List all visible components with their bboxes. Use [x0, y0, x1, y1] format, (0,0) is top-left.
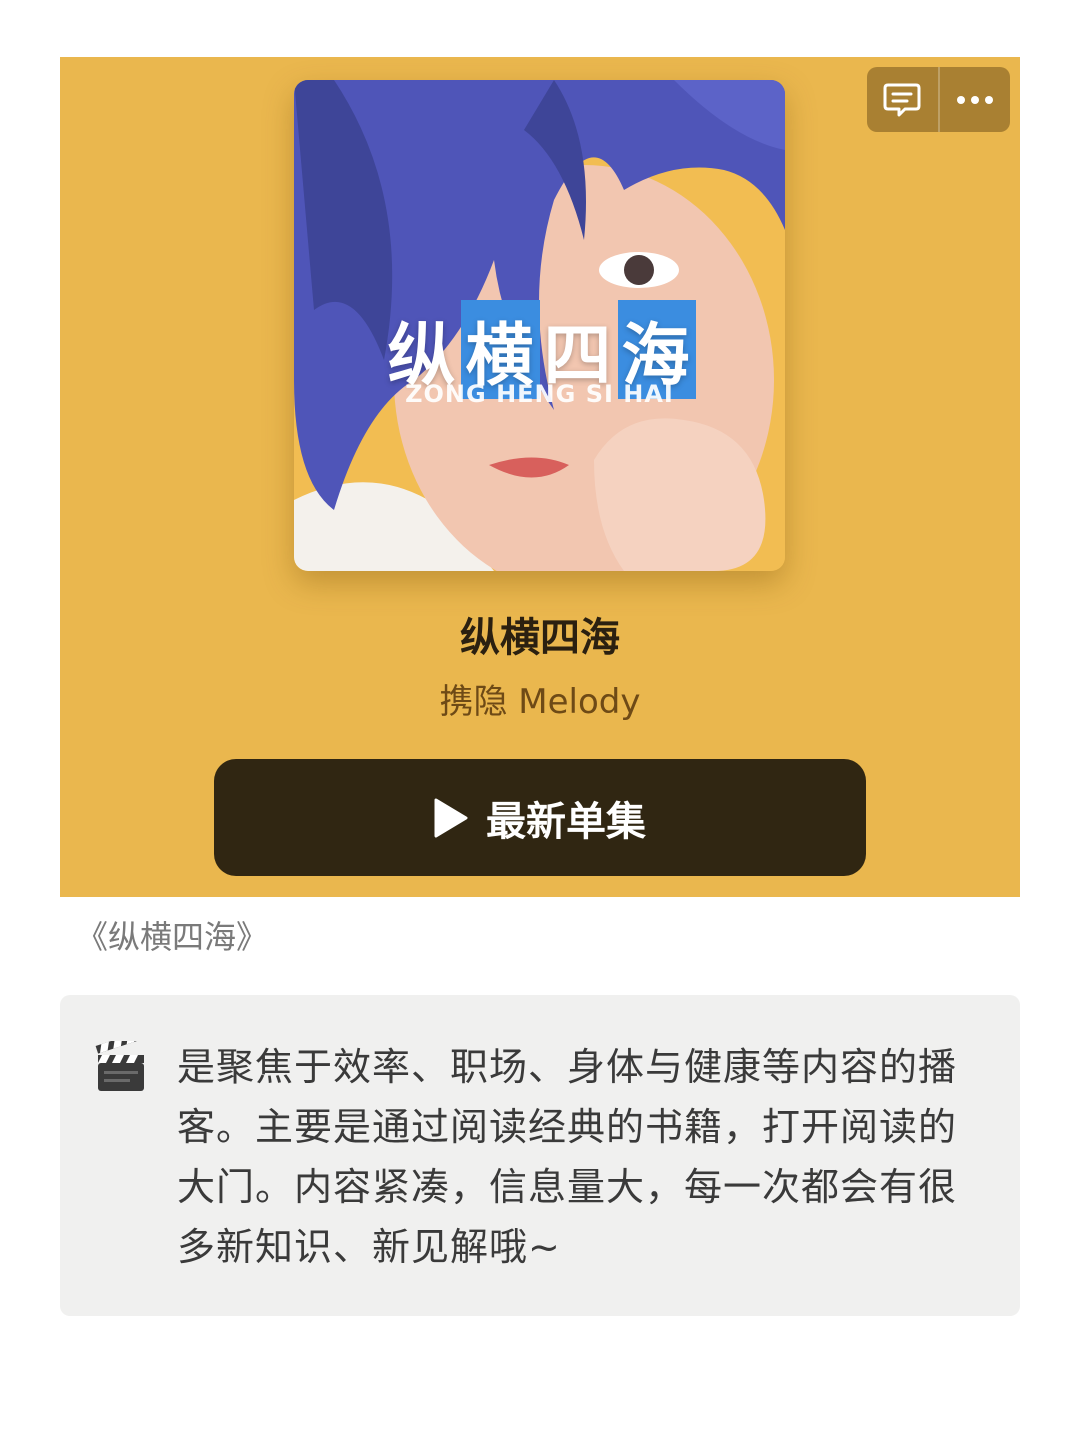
- podcast-title[interactable]: 纵横四海: [60, 605, 1020, 663]
- more-button[interactable]: [940, 67, 1011, 132]
- play-button-label: 最新单集: [486, 798, 646, 845]
- comment-icon: [883, 83, 921, 116]
- podcast-author[interactable]: 携隐 Melody: [60, 674, 1020, 723]
- more-icon: [956, 95, 993, 104]
- clapperboard-icon: [95, 1041, 144, 1091]
- top-actions: [867, 67, 1010, 132]
- play-icon: [434, 798, 468, 837]
- description-text: 是聚焦于效率、职场、身体与健康等内容的播客。主要是通过阅读经典的书籍，打开阅读的…: [177, 1045, 958, 1269]
- description-box: 是聚焦于效率、职场、身体与健康等内容的播客。主要是通过阅读经典的书籍，打开阅读的…: [60, 995, 1020, 1316]
- comment-button[interactable]: [867, 67, 938, 132]
- podcast-cover-art[interactable]: 纵横四海 ZONG HENG SI HAI: [294, 80, 785, 571]
- cover-subtitle: ZONG HENG SI HAI: [405, 380, 674, 408]
- image-caption: 《纵横四海》: [76, 918, 269, 956]
- play-latest-episode-button[interactable]: 最新单集: [214, 759, 866, 876]
- podcast-card: 纵横四海 ZONG HENG SI HAI 纵横四海 携隐 Melody 最新单…: [60, 57, 1020, 897]
